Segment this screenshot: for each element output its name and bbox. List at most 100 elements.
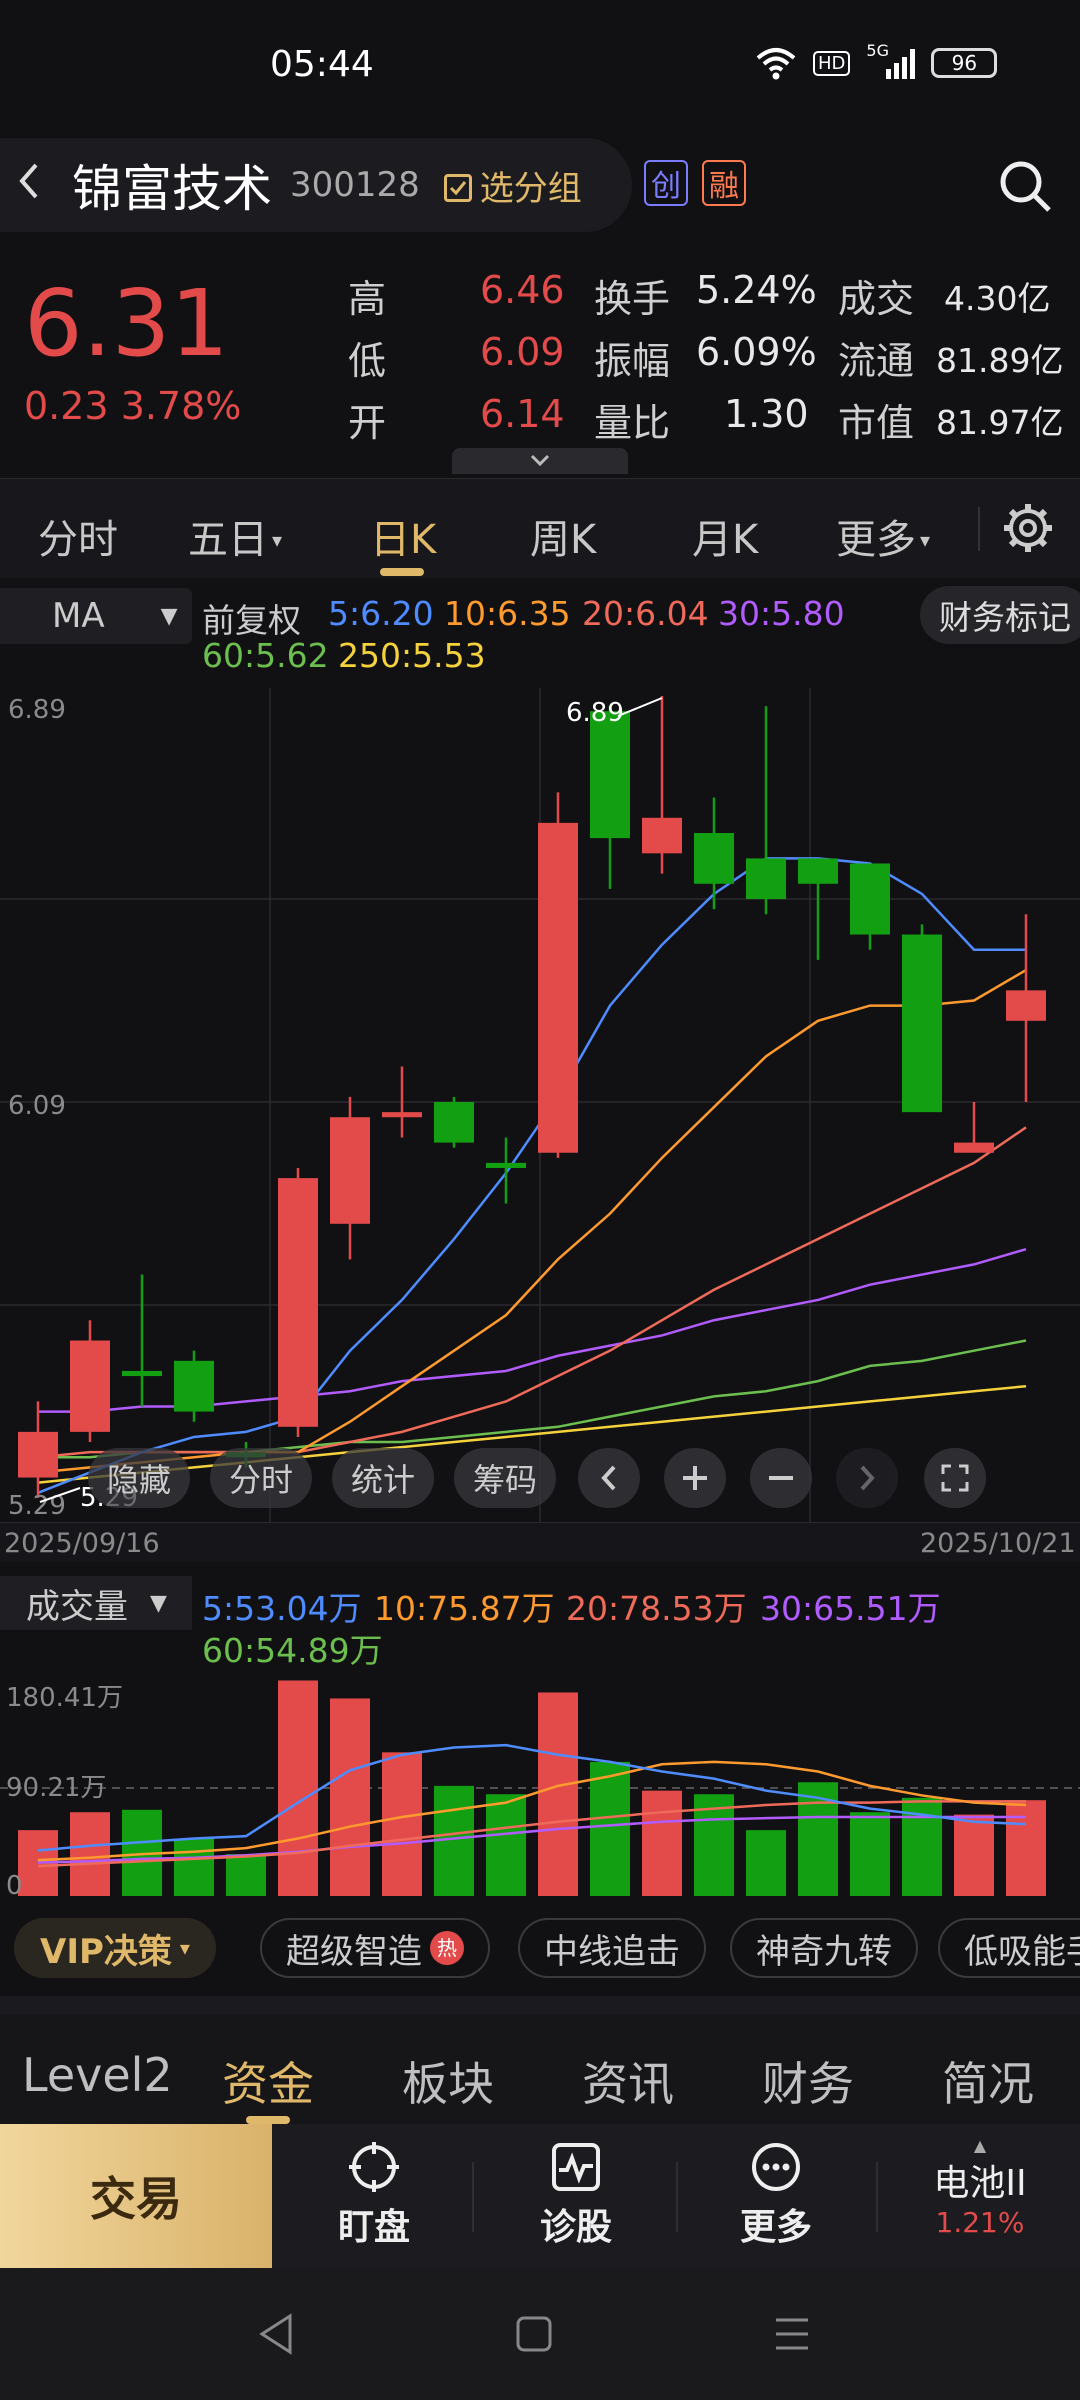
volume-selector[interactable]: 成交量 ▼	[0, 1576, 192, 1630]
chip-low-buy[interactable]: 低吸能手	[938, 1918, 1080, 1978]
volume-axis-mid: 90.21万	[6, 1773, 106, 1803]
pulse-chart-icon	[552, 2143, 600, 2191]
plus-icon	[683, 1466, 707, 1490]
system-nav-bar	[0, 2268, 1080, 2400]
ma10-value: 10:6.35	[444, 594, 571, 633]
hide-button[interactable]: 隐藏	[88, 1448, 190, 1508]
tab-divider	[978, 507, 980, 551]
tab-level2[interactable]: Level2	[22, 2048, 173, 2102]
watch-button[interactable]: 盯盘	[304, 2140, 444, 2250]
candle-down	[902, 934, 942, 1113]
tab-intraday[interactable]: 分时	[38, 507, 118, 565]
tab-weekly-k[interactable]: 周K	[530, 507, 596, 565]
candle-down	[746, 858, 786, 899]
candle-up	[382, 1112, 422, 1118]
intraday-button[interactable]: 分时	[210, 1448, 312, 1508]
period-tabs: 分时 五日 ▾ 日K 周K 月K 更多 ▾	[0, 478, 1080, 578]
search-icon[interactable]	[995, 156, 1055, 216]
axis-mid-label: 6.09	[8, 1091, 66, 1121]
adjust-mode[interactable]: 前复权	[202, 594, 301, 642]
fullscreen-button[interactable]	[924, 1448, 986, 1508]
candle-up	[642, 817, 682, 854]
trade-button[interactable]: 交易	[0, 2124, 272, 2268]
tab-news[interactable]: 资讯	[582, 2048, 674, 2114]
kline-chart[interactable]: 6.89 6.09 5.29 6.89 5.29	[0, 688, 1080, 1522]
stats-button[interactable]: 统计	[332, 1448, 434, 1508]
quote-label-turnover: 换手	[594, 277, 671, 321]
chip-super-manufacturing[interactable]: 超级智造热	[260, 1918, 490, 1978]
battery-icon: 96	[931, 48, 998, 78]
quote-value-high: 6.46	[480, 268, 565, 312]
tab-more[interactable]: 更多 ▾	[836, 507, 930, 565]
candle-up	[954, 1142, 994, 1153]
vol-ma60-value: 60:54.89万	[202, 1631, 383, 1670]
volume-axis-zero: 0	[6, 1871, 23, 1901]
volume-chart[interactable]: 180.41万 90.21万 0	[0, 1666, 1080, 1908]
action-divider	[876, 2162, 878, 2232]
volume-bar	[954, 1814, 994, 1896]
chip-magic-nine[interactable]: 神奇九转	[730, 1918, 918, 1978]
vol-ma20-value: 20:78.53万	[566, 1589, 747, 1628]
select-group-button[interactable]: 选分组	[443, 161, 582, 210]
ma5-value: 5:6.20	[328, 594, 434, 633]
gear-icon[interactable]	[1000, 500, 1056, 556]
more-button[interactable]: 更多	[706, 2140, 846, 2250]
nav-menu-icon[interactable]	[772, 2316, 812, 2352]
zoom-out-button[interactable]	[750, 1448, 812, 1508]
stock-header: 锦富技术 300128 选分组	[0, 138, 632, 232]
zoom-in-button[interactable]	[664, 1448, 726, 1508]
quote-value-amount: 4.30亿	[944, 279, 1051, 318]
quote-value-turnover: 5.24%	[696, 268, 817, 312]
chevron-down-icon: ▾	[179, 1936, 190, 1960]
tab-sector[interactable]: 板块	[402, 2048, 494, 2114]
tab-daily-k[interactable]: 日K	[370, 507, 436, 565]
chip-midline-chase[interactable]: 中线追击	[518, 1918, 706, 1978]
chevron-down-icon: ▾	[920, 528, 931, 552]
quote-label-open: 开	[348, 401, 387, 445]
candle-down	[694, 833, 734, 884]
expand-quote-button[interactable]	[452, 448, 628, 474]
chips-button[interactable]: 筹码	[454, 1448, 556, 1508]
more-dots-icon	[752, 2143, 800, 2191]
candle-down	[850, 863, 890, 935]
nav-home-icon[interactable]	[514, 2314, 554, 2354]
action-divider	[472, 2162, 474, 2232]
vol-ma30-value: 30:65.51万	[760, 1589, 941, 1628]
candles	[18, 696, 1046, 1498]
info-tab-indicator	[246, 2116, 290, 2124]
date-start: 2025/09/16	[4, 1528, 160, 1559]
ma250-value: 250:5.53	[338, 636, 486, 675]
ma-selector[interactable]: MA ▼	[0, 588, 192, 644]
date-axis	[0, 1522, 1080, 1562]
high-marker-line	[617, 697, 663, 717]
related-stock-change: 1.21%	[935, 2206, 1025, 2239]
volume-bar	[746, 1830, 786, 1896]
candle-down	[122, 1370, 162, 1377]
chevron-down-icon: ▾	[272, 528, 283, 552]
scroll-left-button[interactable]	[578, 1448, 640, 1508]
candle-down	[798, 858, 838, 884]
diagnose-button[interactable]: 诊股	[506, 2140, 646, 2250]
quote-label-market-cap: 市值	[838, 401, 915, 445]
tab-finance[interactable]: 财务	[762, 2048, 854, 2114]
scroll-right-button[interactable]	[836, 1448, 898, 1508]
nav-back-icon[interactable]	[256, 2312, 296, 2356]
vol-ma10-value: 10:75.87万	[374, 1589, 555, 1628]
chevron-left-icon	[19, 163, 38, 199]
volume-bar	[70, 1812, 110, 1896]
hot-badge: 热	[430, 1931, 464, 1965]
tab-five-day[interactable]: 五日 ▾	[188, 507, 282, 565]
related-stock[interactable]: ▲ 电池II 1.21%	[900, 2138, 1060, 2240]
finance-mark-button[interactable]: 财务标记	[920, 586, 1080, 644]
ma30-value: 30:5.80	[718, 594, 845, 633]
tab-monthly-k[interactable]: 月K	[692, 507, 758, 565]
triangle-down-icon: ▼	[150, 1590, 167, 1616]
back-button[interactable]	[14, 157, 64, 213]
stock-name: 锦富技术	[72, 160, 272, 218]
volume-bar	[850, 1812, 890, 1896]
vip-decision-chip[interactable]: VIP决策 ▾	[14, 1918, 216, 1978]
tab-profile[interactable]: 简况	[942, 2048, 1034, 2114]
chevron-down-icon	[530, 454, 550, 467]
tab-capital[interactable]: 资金	[222, 2048, 314, 2114]
current-price: 6.31	[24, 270, 229, 377]
